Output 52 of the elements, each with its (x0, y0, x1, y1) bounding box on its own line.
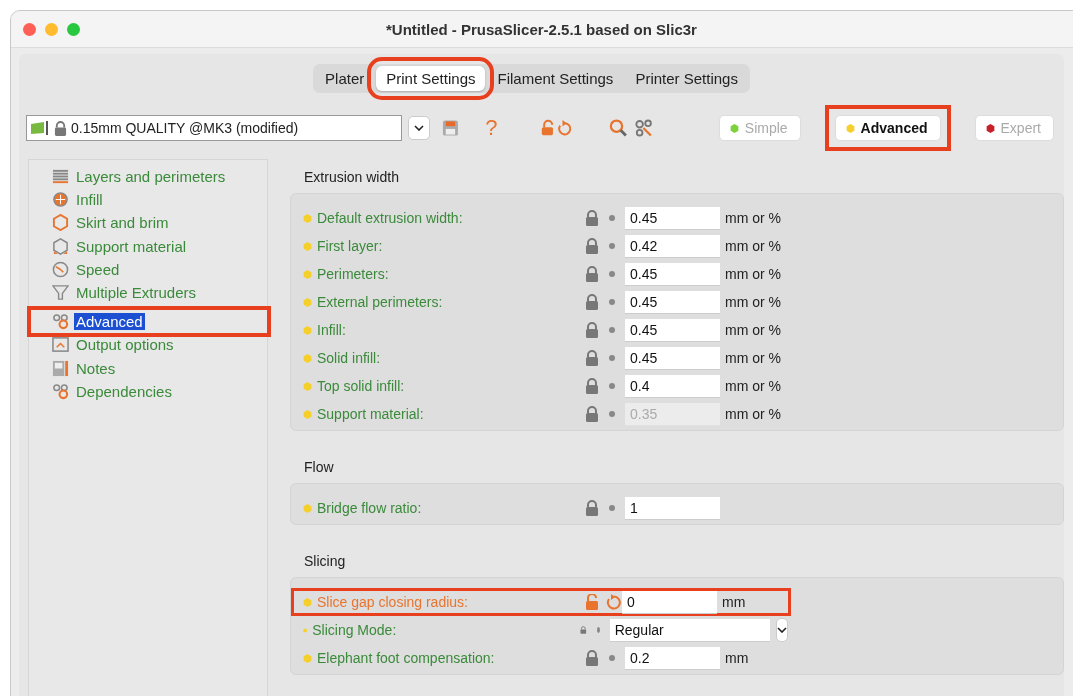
sidebar-item[interactable]: Dependencies (74, 382, 174, 400)
window-title: *Untitled - PrusaSlicer-2.5.1 based on Slic3r (386, 20, 697, 38)
setting-label: External perimeters: (317, 294, 444, 310)
setting-label: Infill: (317, 322, 347, 338)
setting-label: Elephant foot compensation: (317, 650, 496, 666)
input-field[interactable]: 0.45 (625, 346, 720, 370)
tab[interactable]: Printer Settings (625, 66, 748, 91)
sidebar-item[interactable]: Support material (74, 237, 189, 255)
unit-label: mm or % (725, 350, 781, 366)
input-field[interactable]: 0.45 (625, 318, 720, 342)
sidebar-item[interactable]: Advanced (74, 313, 145, 331)
unit-label: mm or % (725, 406, 781, 422)
setting-label: Bridge flow ratio: (317, 500, 423, 516)
unit-label: mm (725, 650, 749, 666)
input-field[interactable]: 0 (622, 590, 717, 614)
setting-label: Slicing Mode: (312, 622, 398, 638)
sidebar-item[interactable]: Notes (74, 359, 118, 377)
setting-label: Top solid infill: (317, 378, 406, 394)
setting-label: Perimeters: (317, 266, 390, 282)
sidebar-item[interactable]: Speed (74, 260, 122, 278)
unit-label: mm (722, 594, 746, 610)
setting-label: Default extrusion width: (317, 210, 464, 226)
sidebar-item[interactable]: Output options (74, 336, 176, 354)
sidebar-item[interactable]: Skirt and brim (74, 214, 171, 232)
setting-label: First layer: (317, 238, 384, 254)
setting-label: Slice gap closing radius: (317, 594, 469, 610)
unit-label: mm or % (725, 294, 781, 310)
group-title: Flow (303, 458, 335, 477)
setting-label: Support material: (317, 406, 425, 422)
setting-label: Solid infill: (317, 350, 382, 366)
sidebar-item[interactable]: Layers and perimeters (74, 168, 228, 186)
input-field[interactable]: 0.4 (625, 374, 720, 398)
input-field[interactable]: 0.45 (625, 262, 720, 286)
input-field[interactable]: 0.45 (625, 206, 720, 230)
tab[interactable]: Plater (315, 66, 375, 91)
sidebar-item[interactable]: Infill (74, 191, 105, 209)
group-title: Slicing (303, 552, 347, 571)
group-title: Extrusion width (303, 168, 400, 187)
unit-label: mm or % (725, 266, 781, 282)
unit-label: mm or % (725, 322, 781, 338)
unit-label: mm or % (725, 238, 781, 254)
tab[interactable]: Filament Settings (487, 66, 624, 91)
mode-button[interactable]: Advanced (834, 115, 941, 141)
sidebar-item[interactable]: Multiple Extruders (74, 284, 199, 302)
input-field[interactable]: 0.42 (625, 234, 720, 258)
select-field[interactable]: Regular (609, 618, 770, 642)
input-field[interactable]: 0.2 (625, 646, 720, 670)
input-field[interactable]: 0.45 (625, 290, 720, 314)
input-field[interactable]: 1 (625, 496, 720, 520)
unit-label: mm or % (725, 210, 781, 226)
unit-label: mm or % (725, 378, 781, 394)
preset-dropdown[interactable]: 0.15mm QUALITY @MK3 (modified) (26, 115, 402, 141)
